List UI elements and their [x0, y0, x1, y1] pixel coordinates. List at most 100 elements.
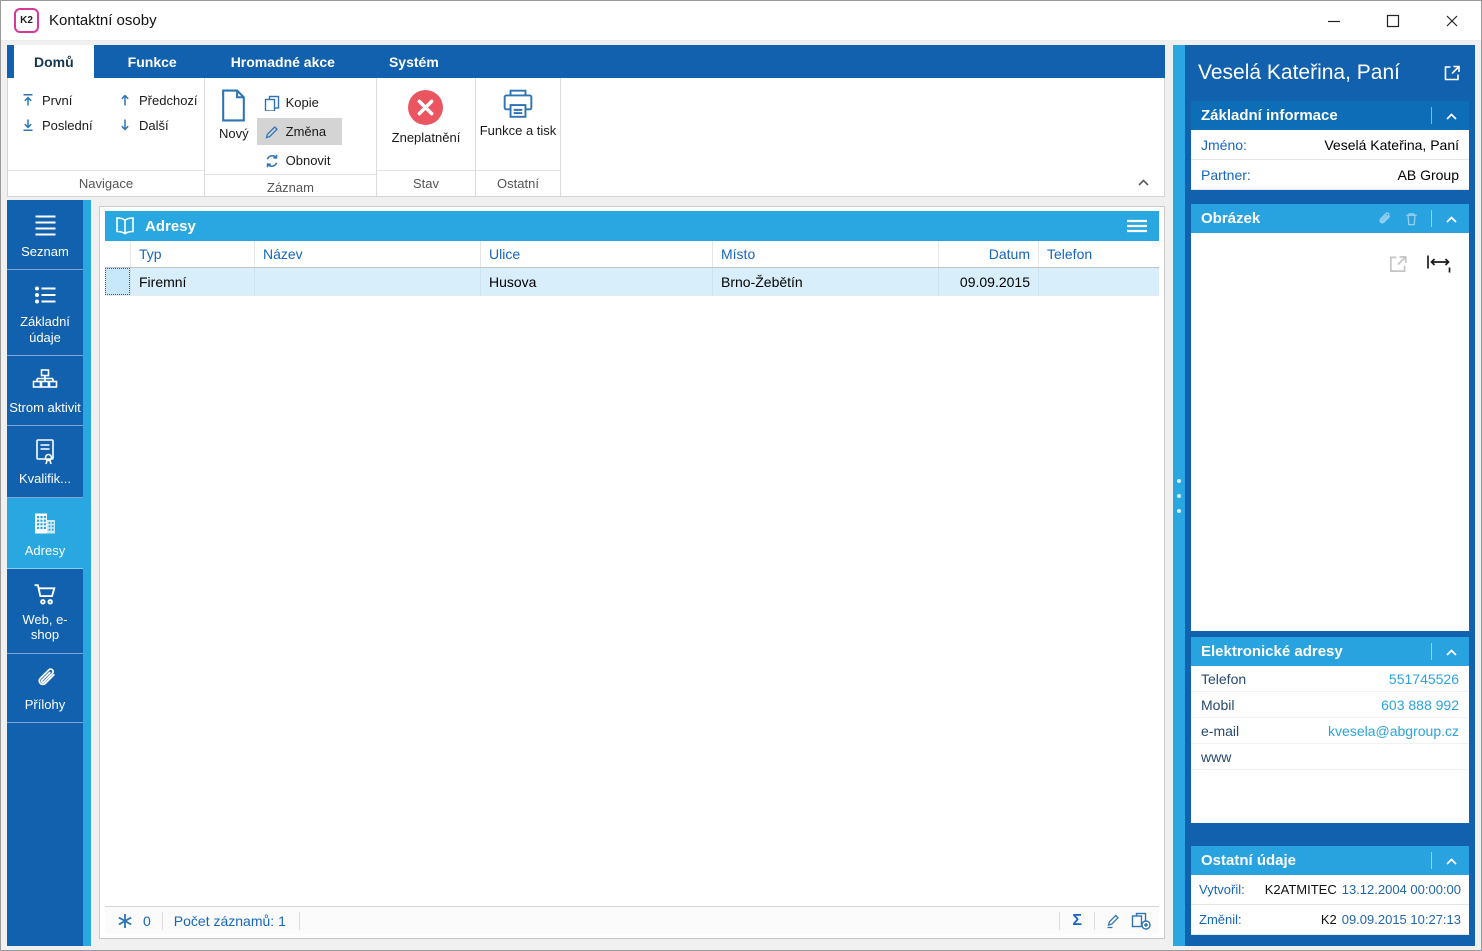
external-link-icon — [1389, 255, 1407, 273]
previous-record-label: Předchozí — [139, 92, 198, 108]
header-cell-ulice[interactable]: Ulice — [481, 241, 713, 267]
book-icon — [116, 217, 134, 235]
fit-width-button[interactable] — [1425, 253, 1453, 275]
sidebar-item-label: Strom aktivit — [9, 399, 81, 415]
ribbon-tab-bar: Domů Funkce Hromadné akce Systém — [7, 45, 1165, 78]
tab-system[interactable]: Systém — [369, 45, 459, 78]
edit-button[interactable] — [1105, 913, 1121, 929]
open-image-button[interactable] — [1387, 253, 1409, 275]
status-divider — [161, 911, 163, 930]
sidebar-item-zakladni-udaje[interactable]: Základní údaje — [7, 270, 83, 356]
cell-misto[interactable]: Brno-Žebětín — [713, 268, 939, 295]
copy-icon — [264, 95, 279, 111]
change-record-button[interactable]: Změna — [256, 118, 343, 145]
table-title-bar: Adresy — [105, 211, 1159, 241]
cell-nazev[interactable] — [255, 268, 481, 295]
status-divider — [1094, 911, 1095, 930]
header-divider — [1431, 643, 1432, 660]
header-cell-selector[interactable] — [105, 241, 131, 267]
sidebar-item-strom-aktivit[interactable]: Strom aktivit — [7, 356, 83, 427]
contact-value[interactable]: 551745526 — [1389, 671, 1459, 687]
sidebar-item-seznam[interactable]: Seznam — [7, 200, 83, 271]
main-content: Adresy Typ Název Ulice Místo Datum Telef… — [99, 206, 1165, 939]
window-title: Kontaktní osoby — [49, 12, 157, 29]
status-divider — [298, 911, 300, 930]
collapse-section-button[interactable] — [1444, 214, 1459, 224]
info-row-jmeno: Jméno: Veselá Kateřina, Paní — [1191, 130, 1469, 160]
arrow-down-icon — [121, 119, 129, 131]
sum-button[interactable]: Σ — [1072, 912, 1082, 930]
previous-record-button[interactable]: Předchozí — [117, 92, 204, 108]
row-selector-cell[interactable] — [105, 268, 131, 295]
sidebar-item-web-eshop[interactable]: Web, e-shop — [7, 569, 83, 654]
contact-row-telefon: Telefon 551745526 — [1191, 666, 1469, 692]
contact-row-email: e-mail kvesela@abgroup.cz — [1191, 718, 1469, 744]
chevron-up-icon — [1446, 112, 1457, 120]
cell-ulice[interactable]: Husova — [481, 268, 713, 295]
group-label-ostatni: Ostatní — [476, 170, 560, 196]
attach-image-button[interactable] — [1376, 211, 1392, 227]
next-record-button[interactable]: Další — [117, 117, 204, 133]
close-icon — [1446, 15, 1457, 26]
add-copy-button[interactable] — [1131, 912, 1151, 930]
section-obrazek: Obrázek — [1191, 204, 1469, 631]
sidebar-item-prilohy[interactable]: Přílohy — [7, 654, 83, 723]
sidebar-item-label: Seznam — [21, 244, 69, 259]
collapse-ribbon-button[interactable] — [1132, 174, 1154, 190]
left-sidebar: Seznam Základní údaje Strom aktivit Kval… — [7, 200, 83, 946]
sidebar-item-kvalifikace[interactable]: Kvalifik... — [7, 426, 83, 498]
tab-domu[interactable]: Domů — [14, 45, 94, 78]
refresh-icon — [266, 154, 277, 167]
field-label: Partner: — [1201, 166, 1251, 183]
sidebar-splitter[interactable] — [83, 200, 91, 946]
section-ostatni-udaje: Ostatní údaje Vytvořil: K2ATMITEC 13.12.2… — [1191, 846, 1469, 935]
pencil-icon — [1107, 914, 1119, 928]
header-cell-datum[interactable]: Datum — [939, 241, 1039, 267]
invalidate-button[interactable]: Zneplatnění — [391, 83, 461, 170]
copy-record-button[interactable]: Kopie — [257, 89, 343, 116]
invalidate-label: Zneplatnění — [391, 130, 461, 145]
sidebar-item-label: Adresy — [24, 542, 66, 558]
delete-image-button[interactable] — [1404, 211, 1419, 227]
tab-funkce[interactable]: Funkce — [108, 45, 197, 78]
cell-telefon[interactable] — [1039, 268, 1159, 295]
section-header: Obrázek — [1191, 204, 1469, 233]
tab-hromadne-akce[interactable]: Hromadné akce — [211, 45, 355, 78]
cell-typ[interactable]: Firemní — [131, 268, 255, 295]
cell-datum[interactable]: 09.09.2015 — [939, 268, 1039, 295]
contact-label: Telefon — [1201, 670, 1247, 687]
table-empty-area — [105, 296, 1159, 906]
close-button[interactable] — [1422, 1, 1481, 40]
table-row[interactable]: Firemní Husova Brno-Žebětín 09.09.2015 — [105, 268, 1159, 296]
functions-print-button[interactable]: Funkce a tisk — [480, 83, 556, 170]
collapse-section-button[interactable] — [1444, 647, 1459, 657]
section-header: Základní informace — [1191, 101, 1469, 130]
refresh-button[interactable]: Obnovit — [257, 147, 343, 174]
change-record-label: Změna — [285, 124, 327, 139]
minimize-button[interactable] — [1304, 1, 1363, 40]
panel-splitter[interactable] — [1173, 45, 1185, 946]
header-cell-nazev[interactable]: Název — [255, 241, 481, 267]
audit-user: K2ATMITEC — [1264, 882, 1337, 897]
maximize-button[interactable] — [1363, 1, 1422, 40]
refresh-label: Obnovit — [285, 153, 331, 168]
header-cell-misto[interactable]: Místo — [713, 241, 939, 267]
last-record-button[interactable]: Poslední — [20, 117, 99, 133]
contact-row-mobil: Mobil 603 888 992 — [1191, 692, 1469, 718]
org-tree-icon — [32, 369, 58, 388]
sidebar-item-adresy[interactable]: Adresy — [7, 497, 83, 569]
first-record-button[interactable]: První — [20, 92, 99, 108]
collapse-section-button[interactable] — [1444, 856, 1459, 866]
contact-value[interactable]: kvesela@abgroup.cz — [1328, 723, 1459, 739]
menu-icon — [1127, 219, 1147, 233]
header-cell-typ[interactable]: Typ — [131, 241, 255, 267]
header-divider — [1431, 852, 1432, 869]
contact-value[interactable]: 603 888 992 — [1381, 697, 1459, 713]
new-record-button[interactable]: Nový — [219, 83, 249, 174]
header-cell-telefon[interactable]: Telefon — [1039, 241, 1159, 267]
collapse-section-button[interactable] — [1444, 111, 1459, 121]
header-divider — [1431, 210, 1432, 227]
open-in-window-button[interactable] — [1442, 63, 1462, 83]
table-menu-button[interactable] — [1125, 217, 1149, 235]
audit-row-vytvoril: Vytvořil: K2ATMITEC 13.12.2004 00:00:00 — [1191, 875, 1469, 905]
